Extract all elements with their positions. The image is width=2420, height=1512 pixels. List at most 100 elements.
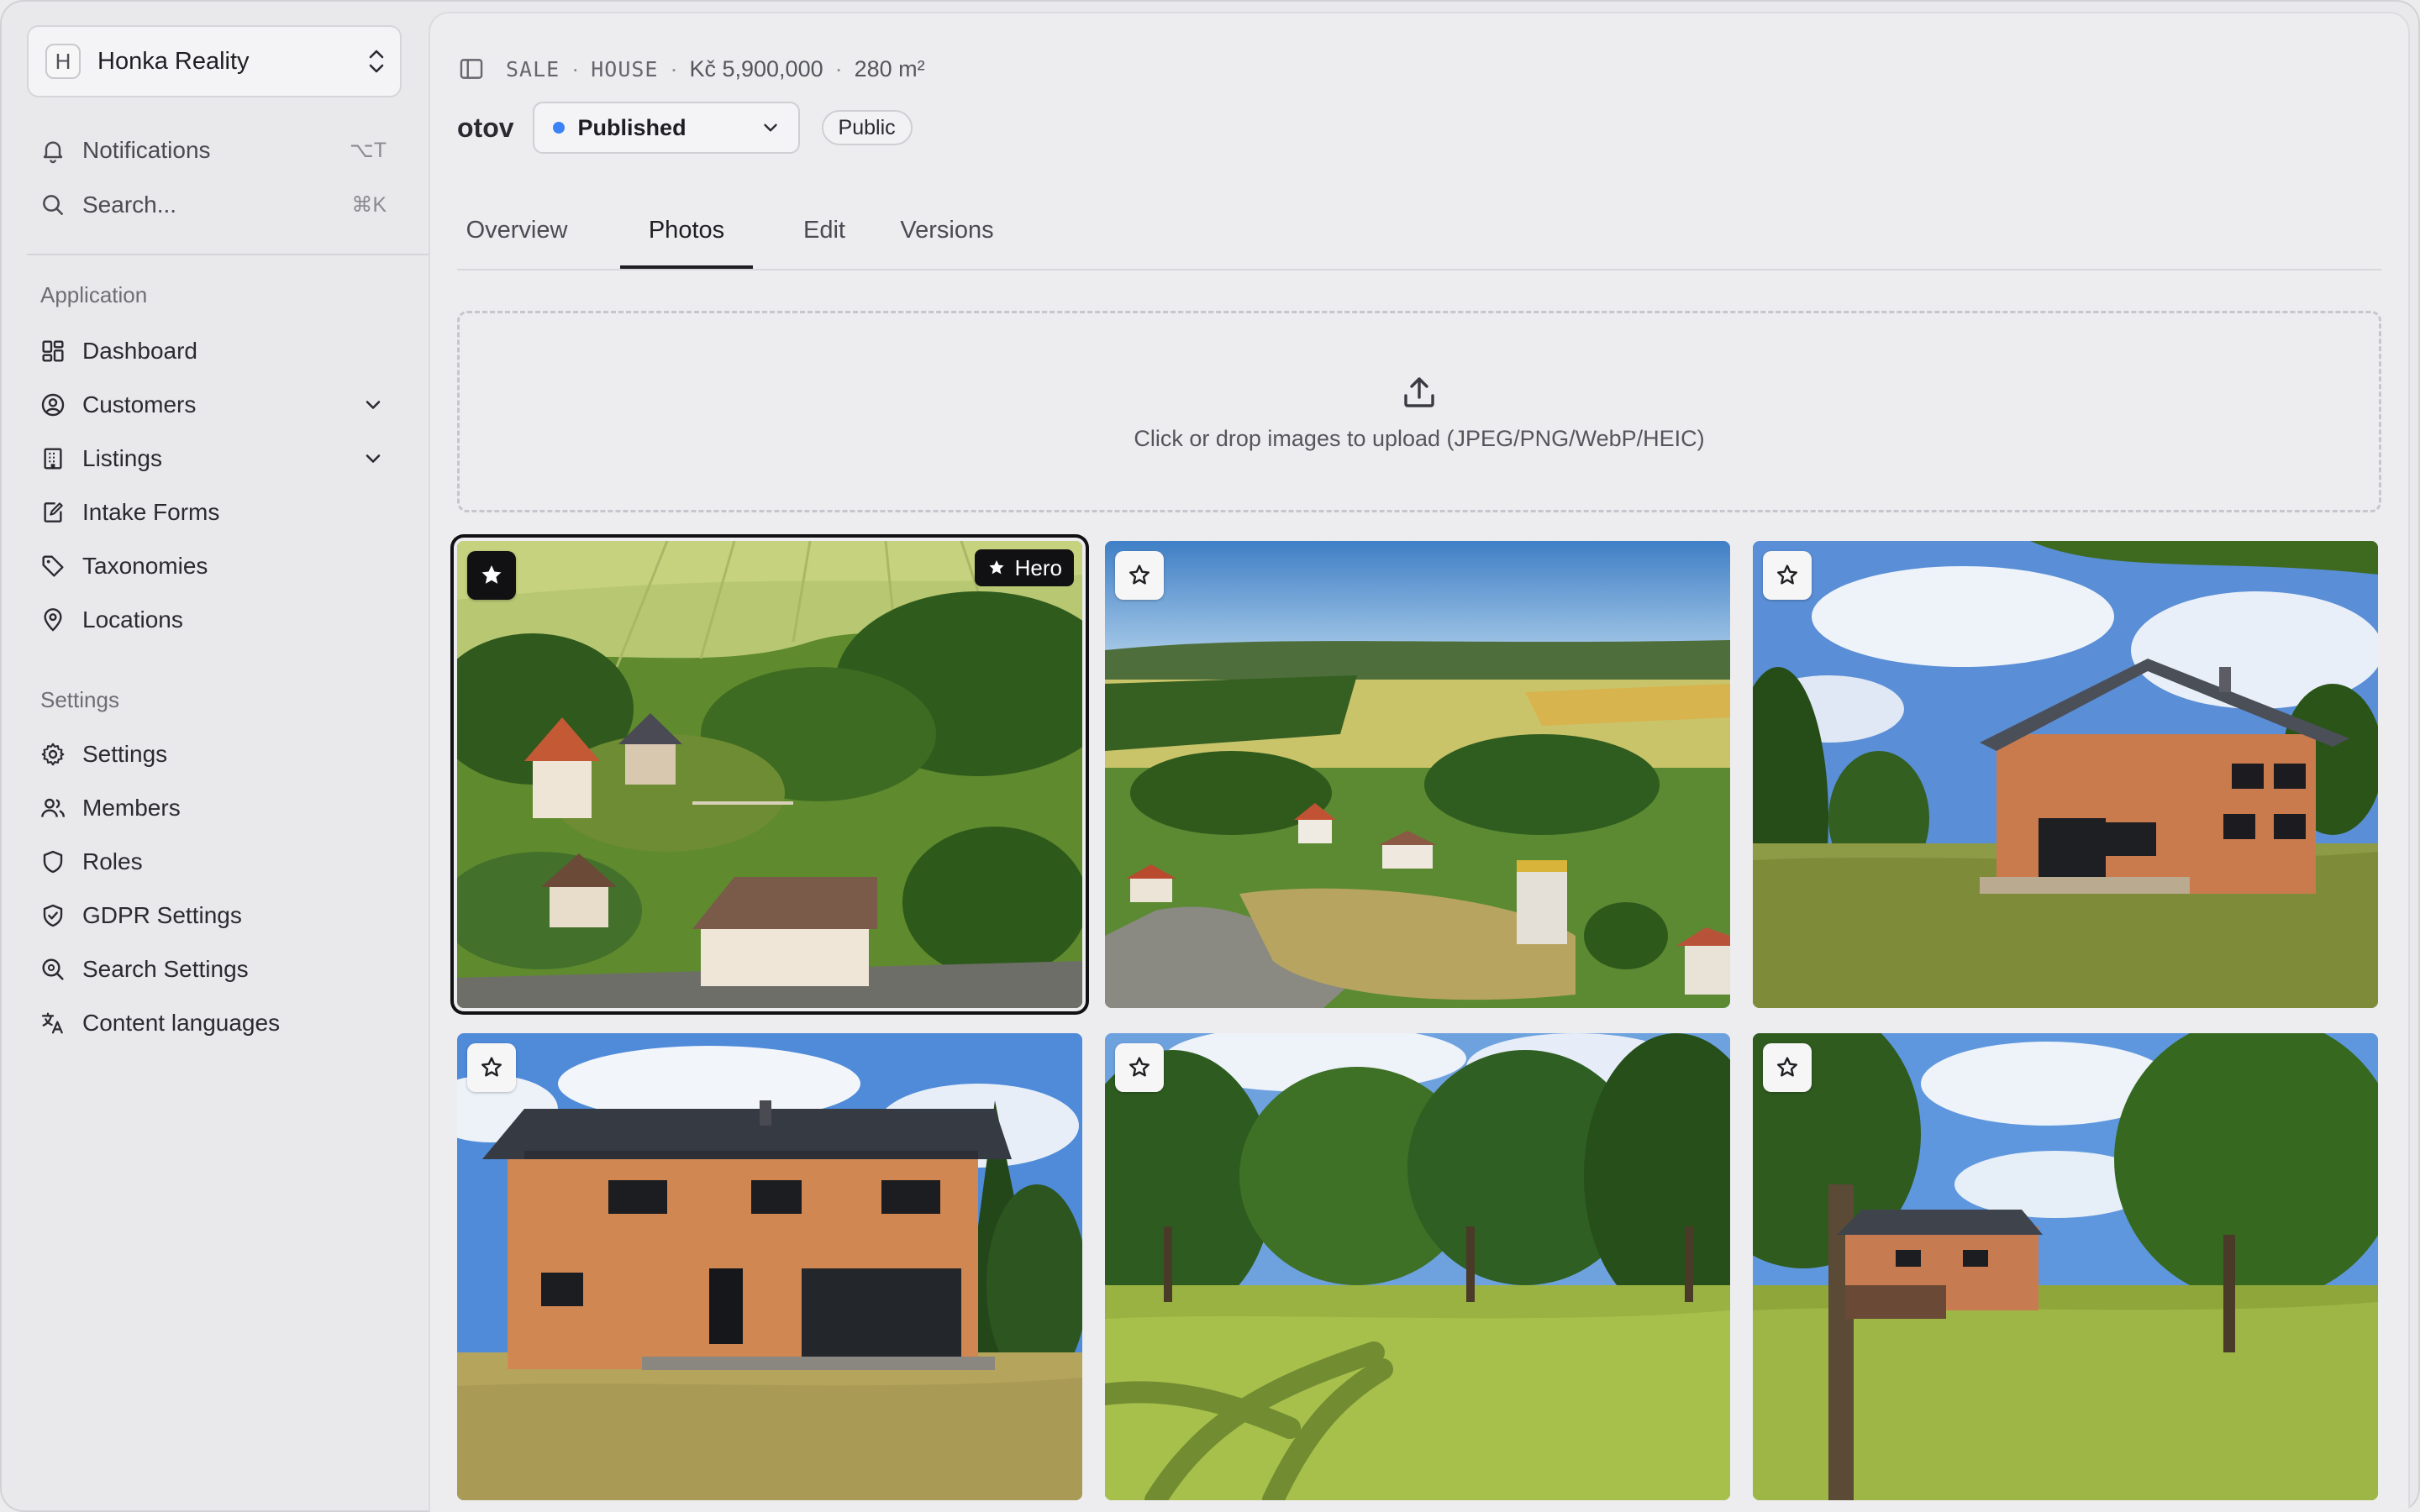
sidebar-item-label: GDPR Settings — [82, 902, 242, 928]
photo-aerial-village-fields — [457, 541, 1082, 1008]
sidebar-item-search[interactable]: Search... ⌘K — [27, 181, 402, 228]
listing-category: HOUSE — [591, 56, 659, 81]
user-circle-icon — [39, 391, 67, 419]
sidebar-item-label: Content languages — [82, 1010, 281, 1036]
photo-card[interactable]: Hero — [457, 541, 1082, 1008]
sidebar-toggle-icon[interactable] — [457, 55, 486, 83]
photo-house-behind-trees — [1753, 1033, 2378, 1500]
star-outline-icon — [1129, 1057, 1150, 1077]
sidebar-item-notifications[interactable]: Notifications ⌥T — [27, 127, 402, 174]
tab-overview[interactable]: Overview — [459, 193, 575, 267]
separator-dot: · — [571, 55, 580, 81]
sidebar-divider — [27, 254, 430, 255]
sidebar-item-label: Members — [82, 795, 181, 821]
star-filled-icon — [989, 560, 1004, 575]
sidebar-item-taxonomies[interactable]: Taxonomies — [27, 543, 402, 590]
sidebar: H Honka Reality Notifications ⌥T Search.… — [0, 0, 430, 1512]
sidebar-item-roles[interactable]: Roles — [27, 838, 402, 885]
organization-switcher[interactable]: H Honka Reality — [27, 25, 402, 97]
sidebar-item-label: Settings — [82, 741, 168, 767]
shortcut-hint: ⌘K — [351, 193, 387, 217]
sidebar-item-label: Search Settings — [82, 956, 249, 982]
photo-brick-house-front — [457, 1033, 1082, 1500]
listing-header: otov Published Public — [457, 101, 913, 155]
tag-icon — [39, 552, 67, 580]
search-gear-icon — [39, 955, 67, 984]
photo-card[interactable] — [1753, 541, 2378, 1008]
star-outline-icon — [1777, 564, 1797, 585]
star-outline-icon — [481, 1057, 502, 1077]
sidebar-item-dashboard[interactable]: Dashboard — [27, 328, 402, 375]
status-dot — [552, 122, 565, 134]
upload-hint: Click or drop images to upload (JPEG/PNG… — [1134, 425, 1705, 451]
sidebar-item-members[interactable]: Members — [27, 785, 402, 832]
page-title: otov — [457, 112, 514, 143]
upload-dropzone[interactable]: Click or drop images to upload (JPEG/PNG… — [457, 311, 2381, 512]
star-outline-icon — [1777, 1057, 1797, 1077]
dashboard-icon — [39, 337, 67, 365]
tab-photos[interactable]: Photos — [620, 193, 753, 269]
chevron-down-icon — [763, 123, 777, 132]
sidebar-item-label: Search... — [82, 192, 177, 218]
star-button[interactable] — [1763, 551, 1812, 600]
sidebar-item-locations[interactable]: Locations — [27, 596, 402, 643]
org-name: Honka Reality — [97, 47, 250, 75]
status-select[interactable]: Published — [532, 102, 800, 154]
photo-card[interactable] — [457, 1033, 1082, 1500]
star-button[interactable] — [1763, 1043, 1812, 1092]
sidebar-item-intake-forms[interactable]: Intake Forms — [27, 489, 402, 536]
star-button[interactable] — [467, 1043, 516, 1092]
hero-star-button[interactable] — [467, 551, 516, 600]
chevron-down-icon[interactable] — [361, 447, 385, 470]
sidebar-item-label: Intake Forms — [82, 499, 220, 525]
listing-price: Kč 5,900,000 — [689, 55, 823, 81]
chevron-down-icon[interactable] — [361, 393, 385, 417]
photo-garden-trees — [1105, 1033, 1730, 1500]
tab-bar: Overview Photos Edit Versions — [457, 193, 2381, 270]
app-window: H Honka Reality Notifications ⌥T Search.… — [0, 0, 2420, 1512]
separator-dot: · — [834, 55, 843, 81]
chevron-up-down-icon — [369, 50, 384, 73]
section-label-settings: Settings — [40, 687, 119, 712]
shortcut-hint: ⌥T — [349, 139, 387, 162]
gear-icon — [39, 740, 67, 769]
hero-label: Hero — [1014, 554, 1062, 580]
sidebar-item-listings[interactable]: Listings — [27, 435, 402, 482]
star-button[interactable] — [1115, 551, 1164, 600]
bell-icon — [39, 136, 67, 165]
translate-icon — [39, 1009, 67, 1037]
sidebar-item-settings[interactable]: Settings — [27, 731, 402, 778]
building-icon — [39, 444, 67, 473]
sidebar-item-label: Customers — [82, 391, 197, 417]
star-button[interactable] — [1115, 1043, 1164, 1092]
form-edit-icon — [39, 498, 67, 527]
photo-brick-house-side — [1753, 541, 2378, 1008]
photo-card[interactable] — [1105, 1033, 1730, 1500]
map-pin-icon — [39, 606, 67, 634]
sidebar-item-gdpr-settings[interactable]: GDPR Settings — [27, 892, 402, 939]
upload-icon — [1404, 376, 1434, 407]
sidebar-item-label: Listings — [82, 445, 162, 471]
sidebar-item-label: Roles — [82, 848, 143, 874]
search-icon — [39, 191, 67, 219]
photo-card[interactable] — [1105, 541, 1730, 1008]
shield-check-icon — [39, 901, 67, 930]
shield-icon — [39, 848, 67, 876]
sidebar-item-customers[interactable]: Customers — [27, 381, 402, 428]
separator-dot: · — [670, 55, 678, 81]
sidebar-item-label: Dashboard — [82, 338, 197, 364]
tab-edit[interactable]: Edit — [793, 193, 855, 267]
star-outline-icon — [1129, 564, 1150, 585]
sidebar-item-label: Taxonomies — [82, 553, 208, 579]
sidebar-item-search-settings[interactable]: Search Settings — [27, 946, 402, 993]
photo-card[interactable] — [1753, 1033, 2378, 1500]
org-avatar: H — [45, 44, 81, 79]
sidebar-item-label: Notifications — [82, 137, 211, 163]
listing-type: SALE — [506, 56, 560, 81]
visibility-badge: Public — [821, 110, 913, 145]
section-label-application: Application — [40, 282, 148, 307]
main-panel: SALE · HOUSE · Kč 5,900,000 · 280 m² oto… — [430, 13, 2408, 1512]
sidebar-item-content-languages[interactable]: Content languages — [27, 1000, 402, 1047]
tab-versions[interactable]: Versions — [899, 193, 995, 267]
star-filled-icon — [481, 565, 502, 584]
